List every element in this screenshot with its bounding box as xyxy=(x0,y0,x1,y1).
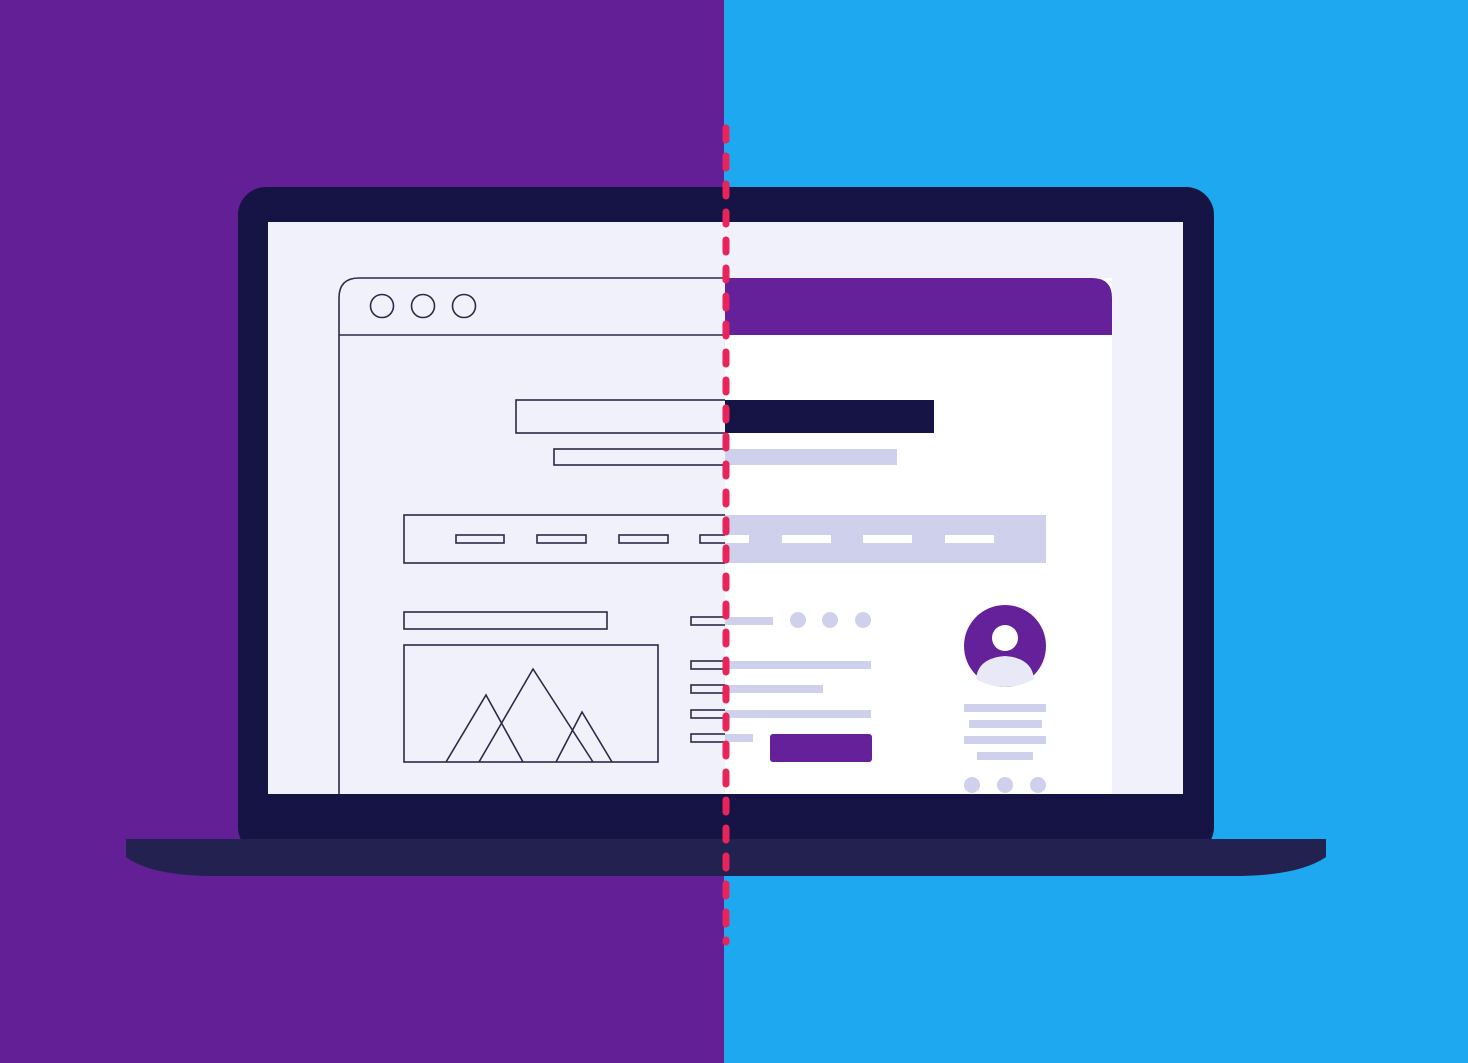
user-profile-icon xyxy=(964,605,1046,687)
profile-text-line xyxy=(964,736,1046,744)
pagination-dots-icon xyxy=(790,612,871,628)
profile-text-line xyxy=(969,720,1042,728)
profile-text-line xyxy=(977,752,1033,760)
profile-text-line xyxy=(964,704,1046,712)
laptop-illustration xyxy=(126,124,1326,946)
profile-dots-icon xyxy=(964,777,1046,793)
design-cta-button xyxy=(770,734,872,762)
design-nav-item xyxy=(945,535,994,543)
design-nav-item xyxy=(782,535,831,543)
design-nav-item xyxy=(863,535,912,543)
